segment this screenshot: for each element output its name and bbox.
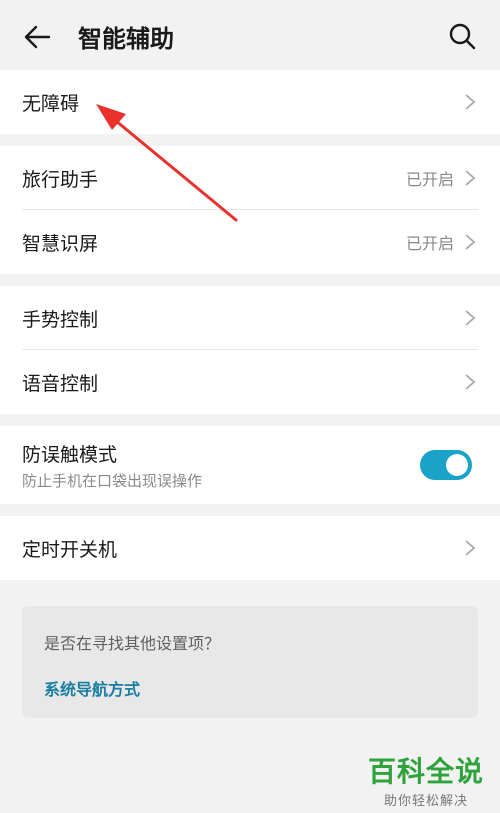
card-accessibility: 无障碍 <box>0 70 500 134</box>
row-label: 智慧识屏 <box>22 232 99 255</box>
row-scheduled-power[interactable]: 定时开关机 <box>0 516 500 580</box>
card-mistouch: 防误触模式 防止手机在口袋出现误操作 <box>0 426 500 504</box>
row-mistouch-mode: 防误触模式 防止手机在口袋出现误操作 <box>0 426 500 504</box>
card-timer: 定时开关机 <box>0 516 500 580</box>
chevron-right-icon <box>465 374 476 390</box>
row-subtitle: 防止手机在口袋出现误操作 <box>22 472 203 490</box>
status-text: 已开启 <box>405 234 454 253</box>
back-button[interactable] <box>22 22 52 52</box>
chevron-right-icon <box>465 94 476 110</box>
search-button[interactable] <box>448 22 476 50</box>
app-header: 智能辅助 <box>0 0 500 70</box>
row-travel-assistant[interactable]: 旅行助手 已开启 <box>0 146 500 210</box>
row-voice-control[interactable]: 语音控制 <box>0 350 500 414</box>
status-text: 已开启 <box>405 170 454 189</box>
suggestion-panel: 是否在寻找其他设置项？ 系统导航方式 <box>22 606 478 718</box>
row-label: 定时开关机 <box>22 538 118 561</box>
page-title: 智能辅助 <box>78 25 174 53</box>
card-controls: 手势控制 语音控制 <box>0 286 500 414</box>
suggestion-question: 是否在寻找其他设置项？ <box>44 634 221 653</box>
arrow-left-icon <box>24 25 51 49</box>
watermark: 百科全说 助你轻松解决 <box>368 750 484 809</box>
chevron-right-icon <box>465 540 476 556</box>
watermark-title: 百科全说 <box>367 755 484 788</box>
chevron-right-icon <box>465 310 476 326</box>
row-label: 旅行助手 <box>22 168 99 191</box>
suggestion-link[interactable]: 系统导航方式 <box>44 676 140 700</box>
row-label: 语音控制 <box>22 372 99 395</box>
row-accessibility[interactable]: 无障碍 <box>0 70 500 134</box>
card-assist: 旅行助手 已开启 智慧识屏 已开启 <box>0 146 500 274</box>
mistouch-toggle[interactable] <box>420 450 472 480</box>
row-label: 无障碍 <box>22 92 80 115</box>
chevron-right-icon <box>465 234 476 250</box>
row-label: 防误触模式 <box>22 444 118 466</box>
chevron-right-icon <box>465 170 476 186</box>
row-smart-screen[interactable]: 智慧识屏 已开启 <box>0 210 500 274</box>
toggle-knob <box>446 454 468 476</box>
row-label: 手势控制 <box>22 308 99 331</box>
row-gesture-control[interactable]: 手势控制 <box>0 286 500 350</box>
search-icon <box>449 23 476 50</box>
watermark-subtitle: 助你轻松解决 <box>383 794 468 809</box>
